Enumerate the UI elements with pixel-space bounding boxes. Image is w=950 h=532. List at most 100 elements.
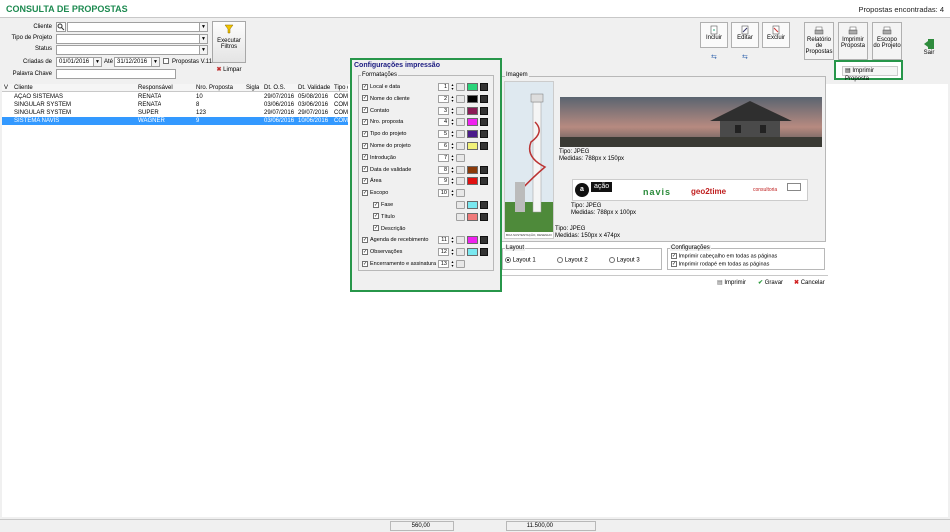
order-input[interactable]: 8 — [438, 165, 449, 174]
format-item[interactable]: ✓ Local e data — [362, 83, 400, 91]
bold-toggle-icon[interactable] — [480, 236, 488, 245]
spin-arrows-icon[interactable]: ▲ ▼ — [450, 130, 455, 138]
bold-toggle-icon[interactable] — [480, 201, 488, 209]
spin-arrows-icon[interactable]: ▲ ▼ — [450, 118, 455, 126]
spin-arrows-icon[interactable]: ▲ ▼ — [450, 142, 455, 150]
checkbox[interactable]: ✓ — [373, 225, 379, 232]
excluir-button[interactable]: Excluir — [762, 22, 790, 48]
format-item[interactable]: ✓ Tipo do projeto — [362, 130, 407, 138]
color-picker-icon[interactable] — [456, 236, 465, 245]
imprimir-proposta-button[interactable]: Imprimir Proposta — [838, 22, 868, 60]
table-row-selected[interactable]: V SISTEMA NAVIS WAGNER 9 03/06/2016 10/0… — [2, 117, 348, 125]
limpar-button[interactable]: ✖ Limpar — [212, 65, 246, 76]
order-input[interactable]: 1 — [438, 83, 449, 91]
spin-arrows-icon[interactable]: ▲ ▼ — [450, 248, 455, 256]
spin-arrows-icon[interactable]: ▲ ▼ — [450, 260, 455, 268]
color-swatch[interactable] — [467, 94, 478, 103]
table-row[interactable]: V SINGULAR SYSTEM SUPER 123 29/07/2016 2… — [2, 109, 348, 117]
format-item[interactable]: ✓ Fase — [373, 201, 393, 209]
order-input[interactable]: 4 — [438, 118, 449, 127]
color-picker-icon[interactable] — [456, 212, 465, 221]
bold-toggle-icon[interactable] — [480, 118, 488, 127]
format-item[interactable]: ✓ Nome do cliente — [362, 95, 410, 103]
format-item[interactable]: ✓ Nro. proposta — [362, 118, 403, 126]
color-swatch[interactable] — [467, 236, 478, 245]
col-nro[interactable]: Nro. Proposta — [196, 84, 233, 92]
bold-toggle-icon[interactable] — [480, 177, 488, 186]
order-input[interactable]: 5 — [438, 130, 449, 139]
checkbox[interactable]: ✓ — [362, 166, 368, 173]
table-row[interactable]: V AÇÃO SISTEMAS RENATA 10 29/07/2016 05/… — [2, 93, 348, 101]
relatorio-button[interactable]: Relatório de Propostas — [804, 22, 834, 60]
order-input[interactable]: 2 — [438, 94, 449, 103]
format-item[interactable]: ✓ Descrição — [373, 225, 405, 233]
date-from-input[interactable]: 01/01/2016 ▼ — [56, 57, 102, 67]
color-picker-icon[interactable] — [456, 118, 465, 127]
sair-button[interactable]: Sair — [918, 36, 940, 62]
palavra-input[interactable] — [56, 69, 176, 79]
checkbox[interactable]: ✓ — [362, 107, 368, 114]
gravar-button[interactable]: ✔ Gravar — [758, 279, 783, 286]
checkbox[interactable]: ✓ — [362, 189, 368, 196]
incluir-button[interactable]: Incluir — [700, 22, 728, 48]
checkbox[interactable]: ✓ — [362, 260, 368, 267]
color-swatch[interactable] — [467, 165, 478, 174]
checkbox[interactable]: ✓ — [362, 248, 368, 255]
tower-image[interactable]: BOA SUSTENTAÇÃO, DESENHO — [504, 81, 554, 239]
table-row[interactable]: V SINGULAR SYSTEM RENATA 8 03/06/2016 03… — [2, 101, 348, 109]
color-swatch[interactable] — [467, 212, 478, 221]
checkbox[interactable]: ✓ — [362, 95, 368, 102]
checkbox[interactable]: ✓ — [362, 130, 368, 137]
bold-toggle-icon[interactable] — [480, 83, 488, 91]
col-dtvalidade[interactable]: Dt. Validade — [298, 84, 330, 92]
color-picker-icon[interactable] — [456, 201, 465, 209]
col-responsavel[interactable]: Responsável — [138, 84, 173, 92]
nav-icon-2[interactable]: ⇆ — [742, 53, 748, 61]
order-input[interactable]: 7 — [438, 153, 449, 162]
escopo-button[interactable]: Escopo do Projeto — [872, 22, 902, 60]
tipo-select[interactable]: ▼ — [56, 34, 208, 44]
propostas-v11-checkbox[interactable] — [163, 58, 169, 65]
bold-toggle-icon[interactable] — [480, 94, 488, 103]
search-icon[interactable] — [56, 22, 66, 32]
order-input[interactable]: 10 — [438, 189, 449, 198]
imprimir-action[interactable]: ▤ Imprimir — [717, 279, 746, 286]
color-picker-icon[interactable] — [456, 260, 465, 268]
nav-icon-1[interactable]: ⇆ — [711, 53, 717, 61]
checkbox[interactable]: ✓ — [362, 142, 368, 149]
order-input[interactable]: 3 — [438, 106, 449, 115]
format-item[interactable]: ✓ Data de validade — [362, 166, 411, 174]
imprimir-proposta-item[interactable]: ▤ Imprimir Proposta — [842, 66, 898, 82]
checkbox[interactable]: ✓ — [362, 236, 368, 243]
cancelar-button[interactable]: ✖ Cancelar — [794, 279, 825, 286]
spin-arrows-icon[interactable]: ▲ ▼ — [450, 83, 455, 91]
format-item[interactable]: ✓ Título — [373, 213, 395, 221]
col-sigla[interactable]: Sigla — [246, 84, 259, 92]
format-item[interactable]: ✓ Contato — [362, 107, 389, 115]
spin-arrows-icon[interactable]: ▲ ▼ — [450, 154, 455, 162]
color-swatch[interactable] — [467, 118, 478, 127]
layout-3-radio[interactable]: Layout 3 — [609, 257, 640, 264]
spin-arrows-icon[interactable]: ▲ ▼ — [450, 236, 455, 244]
col-v[interactable]: V — [4, 84, 8, 92]
checkbox[interactable]: ✓ — [362, 83, 368, 90]
order-input[interactable]: 6 — [438, 142, 449, 150]
status-select[interactable]: ▼ — [56, 45, 208, 55]
color-swatch[interactable] — [467, 201, 478, 209]
checkbox[interactable]: ✓ — [373, 201, 379, 208]
col-cliente[interactable]: Cliente — [14, 84, 33, 92]
color-picker-icon[interactable] — [456, 165, 465, 174]
format-item[interactable]: ✓ Área — [362, 177, 382, 185]
spin-arrows-icon[interactable]: ▲ ▼ — [450, 166, 455, 174]
color-swatch[interactable] — [467, 142, 478, 150]
execute-filters-button[interactable]: Executar Filtros — [212, 21, 246, 63]
logos-image[interactable]: a ação navis geo2time consultoria — [572, 179, 808, 201]
color-picker-icon[interactable] — [456, 130, 465, 139]
color-picker-icon[interactable] — [456, 189, 465, 198]
checkbox[interactable]: ✓ — [362, 177, 368, 184]
color-picker-icon[interactable] — [456, 153, 465, 162]
color-swatch[interactable] — [467, 83, 478, 91]
col-dtos[interactable]: Dt. O.S. — [264, 84, 285, 92]
spin-arrows-icon[interactable]: ▲ ▼ — [450, 177, 455, 185]
color-picker-icon[interactable] — [456, 94, 465, 103]
